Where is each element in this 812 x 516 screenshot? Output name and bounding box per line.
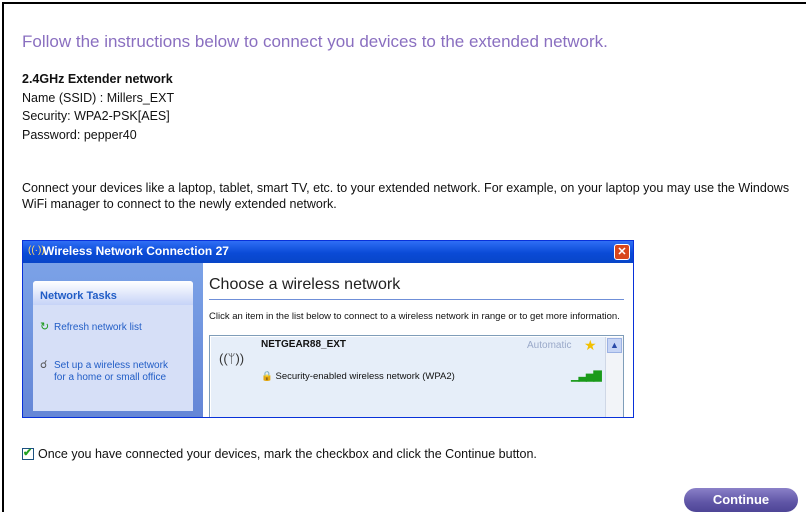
ssid-line: Name (SSID) : Millers_EXT [22, 90, 175, 105]
divider [209, 299, 624, 300]
close-icon: ✕ [614, 244, 630, 260]
choose-title: Choose a wireless network [209, 276, 401, 293]
password-line: Password: pepper40 [22, 127, 137, 142]
task-refresh: ↻ Refresh network list [40, 321, 142, 333]
task-setup: ☌ Set up a wireless network for a home or… [40, 359, 168, 383]
star-icon: ★ [584, 337, 597, 353]
lock-icon: 🔒 [261, 371, 273, 382]
continue-button[interactable]: Continue [684, 488, 798, 512]
content-frame: Follow the instructions below to connect… [2, 2, 806, 512]
instructions-text: Connect your devices like a laptop, tabl… [22, 181, 790, 211]
signal-strength-icon: ▁▃▅▇ [571, 370, 602, 382]
confirm-row: ✔ Once you have connected your devices, m… [22, 447, 537, 461]
tasks-header: Network Tasks [33, 281, 193, 305]
band-title: 2.4GHz Extender network [22, 72, 173, 86]
network-list-item: ((ᛘ)) NETGEAR88_EXT Automatic ★ 🔒 Securi… [211, 337, 606, 417]
scrollbar: ▲ [605, 337, 623, 417]
wifi-manager-screenshot: ((·)) Wireless Network Connection 27 ✕ N… [22, 240, 634, 418]
setup-network-icon: ☌ [40, 359, 48, 371]
scroll-up-icon: ▲ [607, 338, 622, 353]
security-status: 🔒 Security-enabled wireless network (WPA… [261, 371, 455, 382]
page-heading: Follow the instructions below to connect… [22, 32, 608, 51]
task-pane: Network Tasks ↻ Refresh network list ☌ Set… [23, 263, 203, 417]
security-line: Security: WPA2-PSK[AES] [22, 109, 170, 123]
connection-mode: Automatic [527, 340, 572, 351]
network-ssid: NETGEAR88_EXT [261, 339, 347, 350]
window-titlebar: ((·)) Wireless Network Connection 27 ✕ [23, 241, 633, 263]
devices-connected-checkbox[interactable]: ✔ [22, 447, 34, 460]
window-title: Wireless Network Connection 27 [43, 244, 229, 258]
checkmark-icon: ✔ [23, 447, 33, 459]
network-info: 2.4GHz Extender network Name (SSID) : Mi… [22, 70, 174, 144]
network-list: ((ᛘ)) NETGEAR88_EXT Automatic ★ 🔒 Securi… [209, 335, 624, 417]
refresh-icon: ↻ [40, 321, 50, 333]
network-chooser: Choose a wireless network Click an item … [203, 263, 633, 417]
antenna-icon: ((ᛘ)) [219, 351, 245, 366]
confirm-label: Once you have connected your devices, ma… [38, 447, 537, 461]
network-tasks-panel: Network Tasks ↻ Refresh network list ☌ Set… [33, 281, 193, 411]
click-instruction: Click an item in the list below to conne… [209, 311, 620, 322]
